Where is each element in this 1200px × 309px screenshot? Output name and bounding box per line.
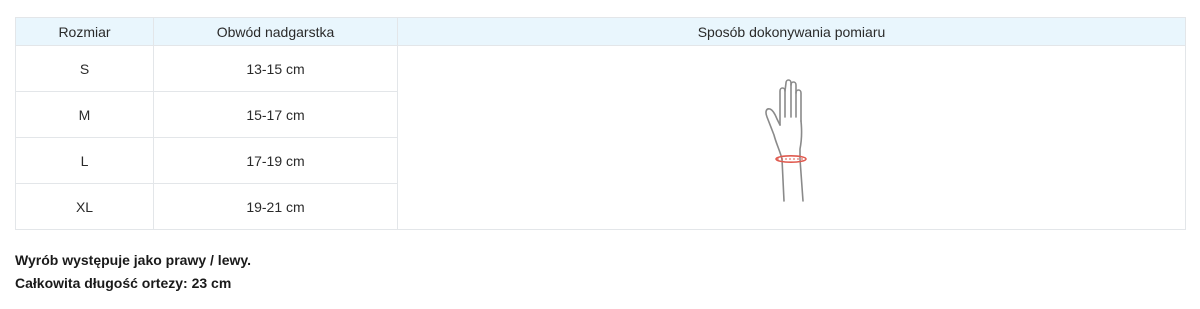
header-size: Rozmiar [15, 17, 154, 46]
measurement-illustration-cell [397, 45, 1186, 230]
orientation-note: Wyrób występuje jako prawy / lewy. [15, 252, 252, 268]
table-header-row: Rozmiar Obwód nadgarstka Sposób dokonywa… [15, 17, 1186, 46]
size-cell: S [15, 45, 154, 92]
size-cell: L [15, 137, 154, 184]
circumference-cell: 17-19 cm [153, 137, 398, 184]
table-row: S 13-15 cm [15, 45, 1186, 230]
product-notes: Wyrób występuje jako prawy / lewy. Całko… [15, 249, 251, 295]
circumference-cell: 15-17 cm [153, 91, 398, 138]
header-wrist-circumference: Obwód nadgarstka [153, 17, 398, 46]
circumference-cell: 19-21 cm [153, 183, 398, 230]
header-measurement-method: Sposób dokonywania pomiaru [397, 17, 1186, 46]
size-cell: XL [15, 183, 154, 230]
circumference-cell: 13-15 cm [153, 45, 398, 92]
length-note: Całkowita długość ortezy: 23 cm [15, 275, 232, 291]
size-cell: M [15, 91, 154, 138]
hand-wrist-measurement-icon [764, 78, 807, 202]
size-chart-table: Rozmiar Obwód nadgarstka Sposób dokonywa… [15, 17, 1186, 230]
